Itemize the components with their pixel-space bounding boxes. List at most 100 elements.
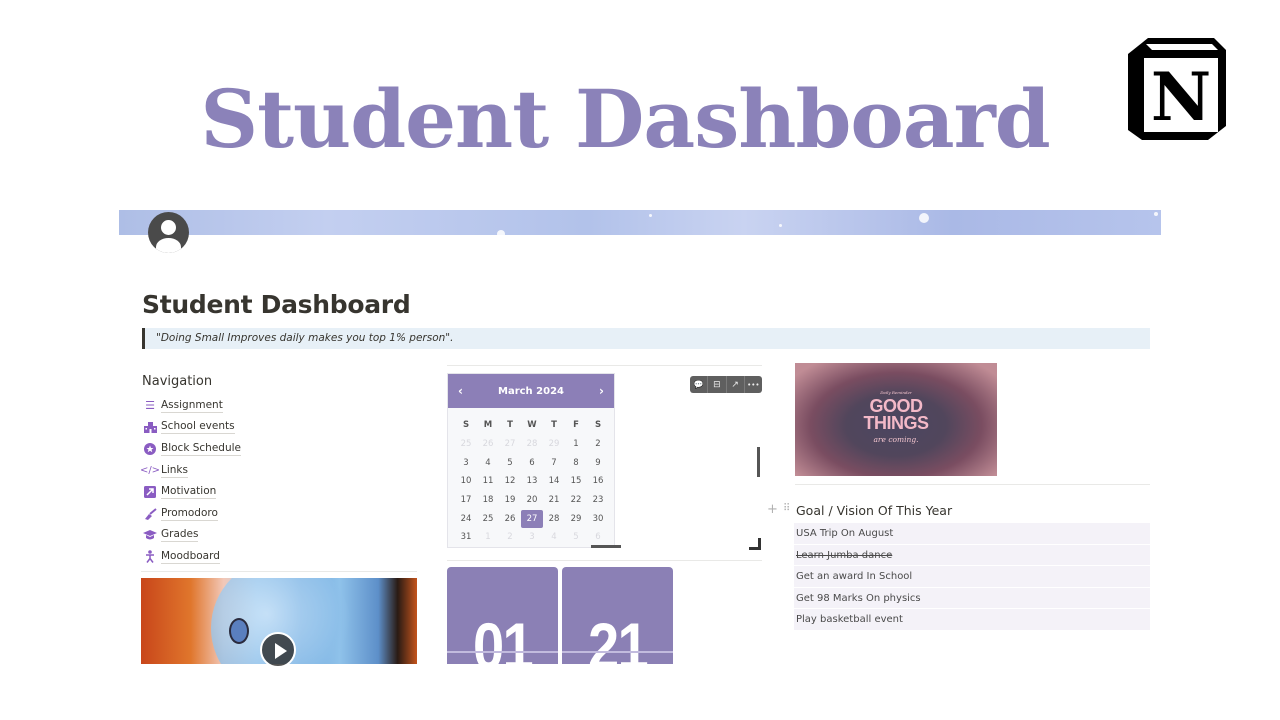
calendar-day[interactable]: 25 — [477, 510, 499, 529]
arrow-square-icon — [142, 485, 158, 499]
nav-item-label: Assignment — [161, 398, 223, 413]
navigation-heading: Navigation — [142, 374, 213, 389]
calendar-day[interactable]: 2 — [499, 528, 521, 547]
nav-item-moodboard[interactable]: Moodboard — [142, 546, 241, 568]
calendar-day[interactable]: 23 — [587, 491, 609, 510]
calendar-day[interactable]: 5 — [499, 454, 521, 473]
calendar-day[interactable]: 3 — [455, 454, 477, 473]
calendar-day[interactable]: 12 — [499, 472, 521, 491]
nav-item-links[interactable]: </> Links — [139, 460, 241, 482]
calendar-day[interactable]: 7 — [543, 454, 565, 473]
calendar-day[interactable]: 30 — [587, 510, 609, 529]
play-icon[interactable] — [260, 632, 296, 668]
calendar-day[interactable]: 9 — [587, 454, 609, 473]
nav-item-label: Motivation — [161, 485, 217, 500]
flip-clock-hours: 01 — [447, 567, 558, 664]
calendar-day[interactable]: 26 — [477, 435, 499, 454]
nav-item-promodoro[interactable]: Promodoro — [142, 503, 241, 525]
calendar-day[interactable]: 28 — [543, 510, 565, 529]
star-badge-icon — [142, 442, 158, 456]
notion-logo-icon: N — [1128, 38, 1226, 140]
calendar-day[interactable]: 10 — [455, 472, 477, 491]
goal-item[interactable]: Get 98 Marks On physics — [794, 587, 1150, 610]
clock-hours: 01 — [472, 609, 534, 664]
resize-handle[interactable] — [749, 538, 761, 550]
goal-item[interactable]: USA Trip On August — [794, 523, 1150, 545]
nav-item-motivation[interactable]: Motivation — [142, 481, 241, 503]
vertical-scrollbar[interactable] — [757, 447, 760, 477]
calendar-day[interactable]: 24 — [455, 510, 477, 529]
quote-block[interactable]: "Doing Small Improves daily makes you to… — [142, 328, 1150, 349]
calendar-day[interactable]: 19 — [499, 491, 521, 510]
nav-item-grades[interactable]: Grades — [142, 525, 241, 547]
page-cover[interactable] — [119, 210, 1161, 235]
nav-item-label: Grades — [161, 528, 199, 543]
calendar-day[interactable]: 22 — [565, 491, 587, 510]
broom-icon — [142, 507, 158, 521]
calendar-day[interactable]: 6 — [521, 454, 543, 473]
person-icon — [142, 550, 158, 564]
calendar-day[interactable]: 21 — [543, 491, 565, 510]
divider — [795, 484, 1150, 485]
calendar-day[interactable]: 5 — [565, 528, 587, 547]
drag-handle-icon[interactable]: ⠿ — [783, 503, 790, 514]
code-icon: </> — [139, 465, 161, 477]
calendar-day[interactable]: 13 — [521, 472, 543, 491]
calendar-day[interactable]: 16 — [587, 472, 609, 491]
graduation-cap-icon — [142, 528, 158, 542]
page-icon-avatar[interactable] — [148, 212, 189, 253]
calendar-day[interactable]: 29 — [543, 435, 565, 454]
calendar-weekday: S — [594, 420, 602, 430]
calendar-next-button[interactable]: › — [599, 384, 604, 398]
calendar-day[interactable]: 31 — [455, 528, 477, 547]
comment-icon[interactable]: 💬 — [690, 376, 709, 393]
goal-item[interactable]: Learn Jumba dance — [794, 544, 1150, 567]
calendar-day[interactable]: 25 — [455, 435, 477, 454]
calendar-weekday: F — [573, 420, 579, 430]
add-block-icon[interactable]: + — [767, 502, 778, 517]
list-icon: ☰ — [145, 399, 155, 413]
calendar-day[interactable]: 11 — [477, 472, 499, 491]
page-title[interactable]: Student Dashboard — [142, 290, 411, 319]
calendar-day[interactable]: 18 — [477, 491, 499, 510]
calendar-day[interactable]: 17 — [455, 491, 477, 510]
goals-heading[interactable]: Goal / Vision Of This Year — [796, 503, 952, 518]
open-external-icon[interactable]: ↗ — [727, 376, 745, 393]
calendar-day[interactable]: 29 — [565, 510, 587, 529]
nav-item-label: Links — [161, 463, 188, 478]
calendar-day[interactable]: 1 — [565, 435, 587, 454]
horizontal-scrollbar[interactable] — [591, 545, 621, 548]
calendar-day[interactable]: 27 — [499, 435, 521, 454]
calendar-day[interactable]: 4 — [477, 454, 499, 473]
goal-item[interactable]: Get an award In School — [794, 566, 1150, 588]
clock-minutes: 21 — [587, 609, 649, 664]
more-options-icon[interactable]: ••• — [745, 376, 762, 393]
hero-title: Student Dashboard — [200, 72, 1050, 166]
calendar-weekday: T — [507, 420, 513, 430]
nav-item-label: School events — [161, 420, 235, 435]
calendar-day-selected[interactable]: 27 — [521, 509, 543, 529]
calendar-weekday: W — [527, 420, 537, 430]
goal-item[interactable]: Play basketball event — [794, 609, 1150, 631]
calendar-widget: ‹ March 2024 › S M T W T F S 25 26 27 28 29 1 2 3 4 5 6 7 8… — [447, 373, 615, 548]
calendar-month-label: March 2024 — [498, 385, 564, 397]
calendar-weekday: S — [462, 420, 470, 430]
calendar-day[interactable]: 4 — [543, 528, 565, 547]
calendar-day[interactable]: 28 — [521, 435, 543, 454]
nav-item-label: Moodboard — [161, 549, 220, 564]
calendar-day[interactable]: 14 — [543, 472, 565, 491]
nav-item-assignment[interactable]: ☰ Assignment — [142, 395, 241, 417]
nav-item-block-schedule[interactable]: Block Schedule — [142, 438, 241, 460]
calendar-day[interactable]: 20 — [521, 491, 543, 510]
nav-item-label: Promodoro — [161, 506, 218, 521]
calendar-day[interactable]: 26 — [499, 510, 521, 529]
calendar-day[interactable]: 3 — [521, 528, 543, 547]
nav-item-school-events[interactable]: School events — [142, 417, 241, 439]
motivation-image[interactable]: Daily Reminder GOOD THINGS are coming. — [795, 363, 997, 476]
caption-icon[interactable]: ⊟ — [708, 376, 727, 393]
calendar-day[interactable]: 2 — [587, 435, 609, 454]
calendar-day[interactable]: 1 — [477, 528, 499, 547]
calendar-day[interactable]: 15 — [565, 472, 587, 491]
calendar-prev-button[interactable]: ‹ — [458, 384, 463, 398]
calendar-day[interactable]: 8 — [565, 454, 587, 473]
